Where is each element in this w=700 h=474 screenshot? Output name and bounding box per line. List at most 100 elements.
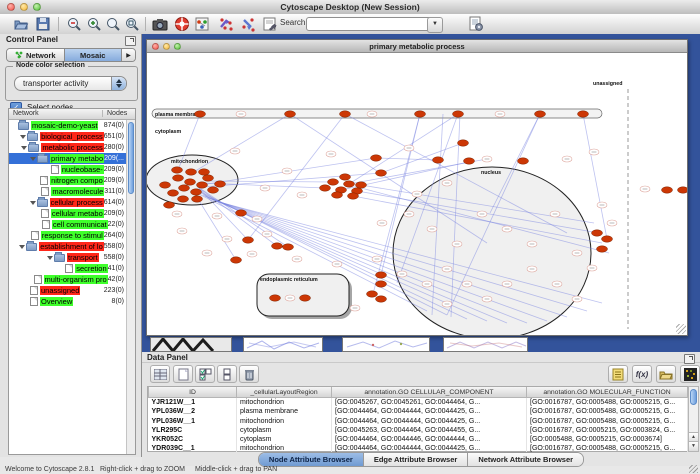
snapshot-icon[interactable] xyxy=(152,16,168,32)
layout-icon-b[interactable] xyxy=(240,16,256,32)
table-row[interactable]: YPL036W__1mitochondrion[GO:0044464, GO:0… xyxy=(149,417,688,426)
table-scrollbar[interactable]: ▲ ▼ xyxy=(688,386,699,452)
network-node[interactable] xyxy=(285,111,296,117)
network-node[interactable] xyxy=(283,244,294,250)
expander-icon[interactable] xyxy=(30,199,37,206)
unselect-attributes-icon[interactable] xyxy=(217,365,237,383)
network-node[interactable] xyxy=(376,272,387,278)
table-row[interactable]: YKR052Ccytoplasm[GO:0044464, GO:0044446,… xyxy=(149,435,688,444)
network-node[interactable] xyxy=(270,295,281,301)
network-node[interactable] xyxy=(203,175,214,181)
network-node[interactable] xyxy=(678,187,688,193)
network-node[interactable] xyxy=(340,174,351,180)
network-node[interactable] xyxy=(173,175,184,181)
network-view-frame[interactable]: primary metabolic process plasma membran… xyxy=(146,39,688,336)
help-icon[interactable] xyxy=(174,16,190,32)
column-header[interactable]: annotation.GO MOLECULAR_FUNCTION xyxy=(527,387,688,398)
network-node[interactable] xyxy=(376,296,387,302)
network-node[interactable] xyxy=(376,281,387,287)
tab-mosaic[interactable]: Mosaic xyxy=(65,49,123,61)
tree-column-network[interactable]: Network xyxy=(13,110,39,117)
float-window-icon[interactable] xyxy=(684,354,695,364)
network-overview-icon[interactable] xyxy=(194,16,210,32)
network-node[interactable] xyxy=(376,170,387,176)
network-node[interactable] xyxy=(328,179,339,185)
network-node[interactable] xyxy=(236,210,247,216)
network-node[interactable] xyxy=(191,189,202,195)
attribute-list-icon[interactable] xyxy=(608,365,628,383)
network-node[interactable] xyxy=(592,230,603,236)
network-node[interactable] xyxy=(243,237,254,243)
network-node[interactable] xyxy=(332,192,343,198)
tree-item[interactable]: cell communicat22(0) xyxy=(9,219,127,230)
network-node[interactable] xyxy=(367,291,378,297)
open-icon[interactable] xyxy=(13,16,29,32)
tree-item[interactable]: establishment of lo558(0) xyxy=(9,241,127,252)
network-node[interactable] xyxy=(172,167,183,173)
tree-scrollbar-thumb[interactable] xyxy=(128,122,134,194)
expander-icon[interactable] xyxy=(30,155,37,162)
search-input[interactable] xyxy=(306,17,432,31)
tree-item[interactable]: metabolic process280(0) xyxy=(9,142,127,153)
tree-item[interactable]: primary metabo209(... xyxy=(9,153,127,164)
network-node[interactable] xyxy=(602,236,613,242)
search-dropdown-arrow[interactable]: ▼ xyxy=(427,17,443,33)
tree-item[interactable]: nitrogen compo209(0) xyxy=(9,175,127,186)
node-color-dropdown[interactable]: transporter activity xyxy=(14,76,127,91)
network-node[interactable] xyxy=(356,182,367,188)
dropdown-stepper-icon[interactable] xyxy=(111,77,126,90)
network-node[interactable] xyxy=(168,190,179,196)
network-node[interactable] xyxy=(662,187,673,193)
column-header[interactable]: ID xyxy=(149,387,237,398)
tree-item[interactable]: response to stimul264(0) xyxy=(9,230,127,241)
scroll-down-button[interactable]: ▼ xyxy=(689,441,698,451)
tab-overflow-arrow[interactable]: ▶ xyxy=(122,49,135,61)
network-node[interactable] xyxy=(320,185,331,191)
network-node[interactable] xyxy=(231,257,242,263)
network-node[interactable] xyxy=(185,179,196,185)
frame-titlebar[interactable]: primary metabolic process xyxy=(147,40,687,53)
tree-item[interactable]: Overview8(0) xyxy=(9,296,127,307)
tree-item[interactable]: transport558(0) xyxy=(9,252,127,263)
save-icon[interactable] xyxy=(35,16,51,32)
network-node[interactable] xyxy=(178,196,189,202)
table-row[interactable]: YLR295Ccytoplasm[GO:0045263, GO:0044464,… xyxy=(149,426,688,435)
column-header[interactable]: annotation.GO CELLULAR_COMPONENT xyxy=(332,387,527,398)
table-scrollbar-thumb[interactable] xyxy=(690,389,697,405)
background-window-fragment[interactable] xyxy=(342,337,430,352)
expander-icon[interactable] xyxy=(19,243,26,250)
zoom-in-icon[interactable] xyxy=(86,16,102,32)
network-node[interactable] xyxy=(197,182,208,188)
network-node[interactable] xyxy=(371,155,382,161)
tree-item[interactable]: nucleobase-209(0) xyxy=(9,164,127,175)
network-node[interactable] xyxy=(179,185,190,191)
float-window-icon[interactable] xyxy=(125,36,136,46)
network-node[interactable] xyxy=(340,111,351,117)
layout-icon-a[interactable] xyxy=(218,16,234,32)
network-node[interactable] xyxy=(164,202,175,208)
network-node[interactable] xyxy=(186,169,197,175)
network-node[interactable] xyxy=(199,169,210,175)
network-node[interactable] xyxy=(348,193,359,199)
annotation-icon[interactable] xyxy=(262,16,278,32)
expander-icon[interactable] xyxy=(20,133,27,140)
table-row[interactable]: YJR121W__1mitochondrion[GO:0045267, GO:0… xyxy=(149,398,688,408)
tree-item[interactable]: cellular process614(0) xyxy=(9,197,127,208)
network-node[interactable] xyxy=(160,182,171,188)
frame-resize-grip[interactable] xyxy=(676,324,686,334)
import-attributes-icon[interactable] xyxy=(656,365,676,383)
network-node[interactable] xyxy=(272,243,283,249)
tree-scrollbar[interactable] xyxy=(126,120,135,454)
network-node[interactable] xyxy=(578,111,589,117)
tree-item[interactable]: macromolecule311(0) xyxy=(9,186,127,197)
new-attribute-icon[interactable] xyxy=(173,365,193,383)
tree-column-nodes[interactable]: Nodes xyxy=(102,110,127,117)
background-window-fragment[interactable] xyxy=(443,337,528,352)
expander-icon[interactable] xyxy=(21,144,28,151)
search-config-icon[interactable] xyxy=(468,16,484,32)
network-node[interactable] xyxy=(208,187,219,193)
delete-attribute-icon[interactable] xyxy=(239,365,259,383)
network-node[interactable] xyxy=(344,181,355,187)
network-node[interactable] xyxy=(597,246,608,252)
tree-item[interactable]: cellular metabo209(0) xyxy=(9,208,127,219)
